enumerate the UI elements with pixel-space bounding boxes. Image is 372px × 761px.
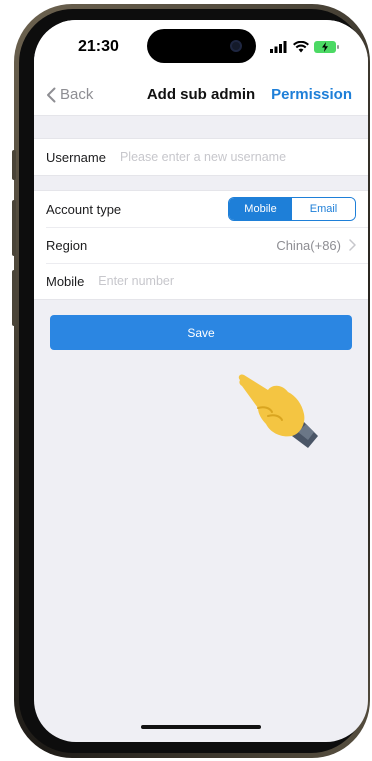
username-row: Username [34,139,368,175]
username-group: Username [34,138,368,176]
username-label: Username [46,149,106,165]
battery-charging-icon [314,41,339,53]
wifi-icon [293,41,309,53]
front-camera [230,40,242,52]
username-input[interactable] [119,150,356,164]
volume-down-button [12,270,16,326]
action-button [12,150,16,180]
pointing-hand-icon [238,374,318,448]
back-button[interactable]: Back [46,86,93,103]
status-time: 21:30 [78,38,119,55]
account-type-label: Account type [46,201,122,217]
region-value: China(+86) [276,237,341,253]
status-bar: 21:30 [34,20,368,74]
volume-up-button [12,200,16,256]
home-indicator [141,725,261,729]
permission-button[interactable]: Permission [271,86,352,103]
region-selector[interactable]: China(+86) [276,238,356,253]
mobile-row: Mobile [34,263,368,299]
account-type-segmented-control: Mobile Email [228,197,356,221]
region-label: Region [46,237,88,253]
screen: 21:30 Back Add sub admin Permission User… [34,20,368,742]
account-type-mobile-option[interactable]: Mobile [229,198,292,220]
save-button[interactable]: Save [50,315,352,350]
navigation-bar: Back Add sub admin Permission [34,74,368,116]
back-label: Back [60,86,94,103]
chevron-left-icon [47,87,56,102]
dynamic-island [147,29,256,63]
account-group: Account type Mobile Email Region China(+… [34,190,368,300]
region-row[interactable]: Region China(+86) [34,227,368,263]
status-icons [270,38,339,56]
chevron-right-icon [349,239,356,251]
signal-icon [270,41,287,53]
mobile-number-input[interactable] [98,274,356,288]
account-type-email-option[interactable]: Email [292,198,355,220]
account-type-row: Account type Mobile Email [34,191,368,227]
mobile-label: Mobile [46,273,85,289]
